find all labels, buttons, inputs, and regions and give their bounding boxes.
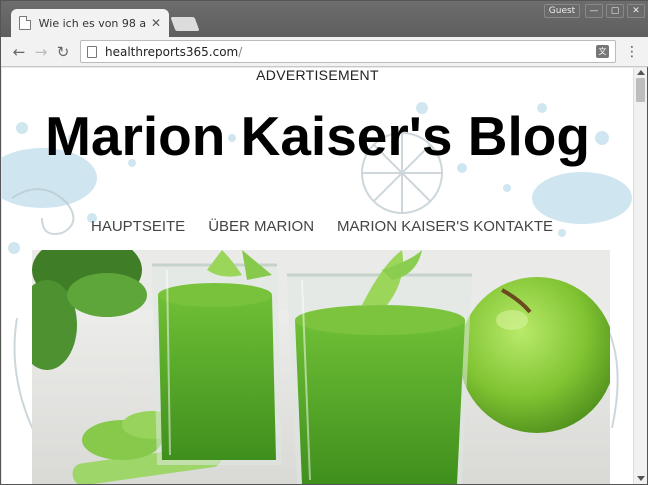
tab-title: Wie ich es von 98 auf 58 bbox=[38, 16, 147, 30]
scroll-thumb[interactable] bbox=[636, 78, 645, 102]
scroll-up-icon[interactable] bbox=[637, 70, 645, 75]
kebab-menu-icon[interactable]: ⋮ bbox=[625, 42, 639, 62]
smoothie-glass-left bbox=[152, 250, 282, 465]
scroll-down-icon[interactable] bbox=[637, 476, 645, 481]
page-icon bbox=[19, 16, 31, 30]
main-nav: HAUPTSEITE ÜBER MARION MARION KAISER'S K… bbox=[91, 218, 553, 235]
vertical-scrollbar[interactable] bbox=[633, 68, 647, 484]
url-host: healthreports365.com bbox=[105, 44, 239, 59]
smoothie-glass-right bbox=[287, 250, 472, 484]
page-info-icon[interactable] bbox=[87, 45, 97, 58]
maximize-icon[interactable]: ▢ bbox=[606, 4, 624, 18]
url-path: / bbox=[238, 44, 243, 59]
nav-about-link[interactable]: ÜBER MARION bbox=[208, 218, 314, 235]
blog-title: Marion Kaiser's Blog bbox=[45, 105, 590, 167]
apple bbox=[459, 277, 610, 433]
arrow-right-icon[interactable]: → bbox=[31, 42, 51, 62]
reload-icon[interactable]: ↻ bbox=[53, 42, 73, 62]
browser-tab[interactable]: Wie ich es von 98 auf 58 ✕ bbox=[11, 9, 169, 37]
browser-toolbar: ← → ↻ healthreports365.com / 文 ⋮ bbox=[1, 37, 648, 67]
minimize-icon[interactable]: — bbox=[585, 4, 603, 18]
advertisement-label: ADVERTISEMENT bbox=[256, 68, 379, 83]
new-tab-button[interactable] bbox=[170, 17, 200, 31]
browser-window: Wie ich es von 98 auf 58 ✕ Guest — ▢ ✕ ←… bbox=[0, 0, 648, 485]
nav-contacts-link[interactable]: MARION KAISER'S KONTAKTE bbox=[337, 218, 553, 235]
address-bar[interactable]: healthreports365.com / 文 bbox=[80, 40, 616, 63]
page-viewport: ADVERTISEMENT Marion Kaiser's Blog HAUPT… bbox=[2, 68, 633, 484]
hero-image bbox=[32, 250, 610, 484]
translate-icon[interactable]: 文 bbox=[596, 45, 609, 58]
tab-close-icon[interactable]: ✕ bbox=[151, 17, 161, 29]
guest-profile-button[interactable]: Guest bbox=[544, 4, 580, 18]
tab-strip: Wie ich es von 98 auf 58 ✕ Guest — ▢ ✕ bbox=[1, 1, 648, 37]
nav-home-link[interactable]: HAUPTSEITE bbox=[91, 218, 185, 235]
close-window-icon[interactable]: ✕ bbox=[627, 4, 645, 18]
arrow-left-icon[interactable]: ← bbox=[9, 42, 29, 62]
